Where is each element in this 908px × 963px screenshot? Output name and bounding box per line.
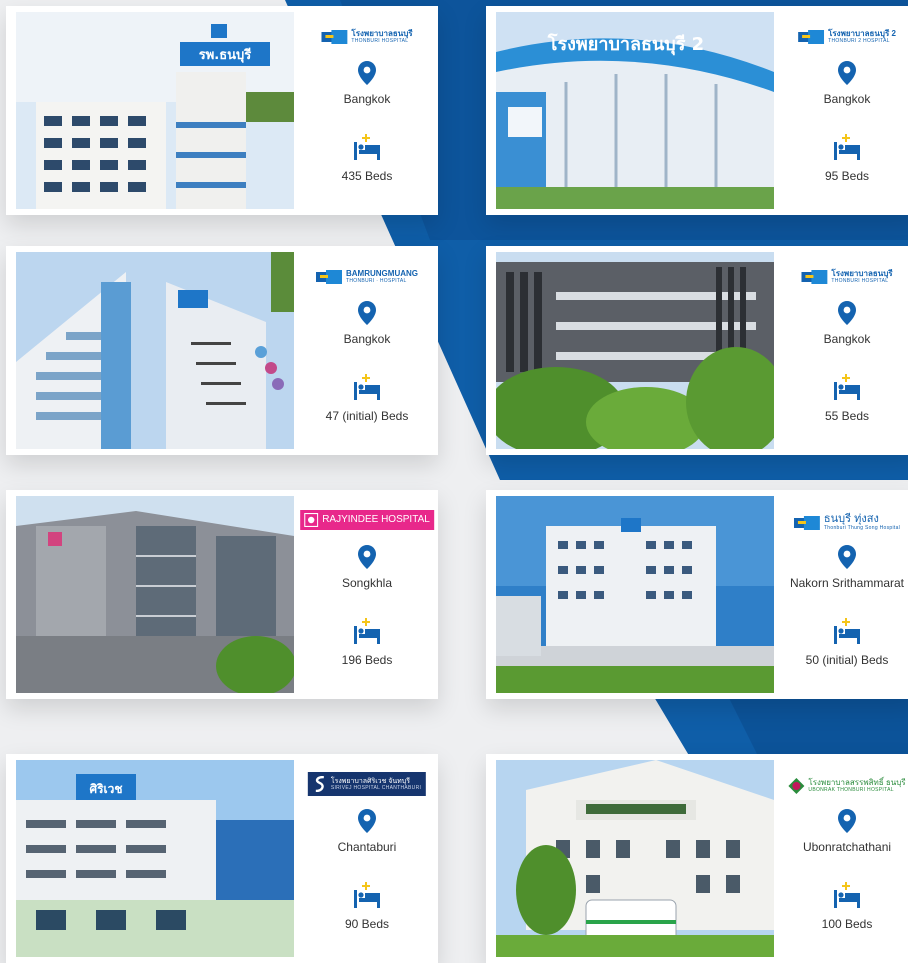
hospital-info: ธนบุรี ทุ่งสง Thonburi Thung Song Hospita…: [776, 490, 908, 699]
photo-sign-text: โรงพยาบาลธนบุรี 2: [547, 33, 704, 56]
rajyindee-logo-icon: [304, 513, 319, 527]
hospital-photo: โรงพยาบาลธนบุรี 2: [496, 12, 774, 209]
hospital-logo: โรงพยาบาลธนบุรี THONBURI HOSPITAL: [801, 269, 893, 284]
logo-english-name: SIRIVEJ HOSPITAL CHANTHABURI: [330, 784, 422, 791]
hospital-card-thungsong[interactable]: ธนบุรี ทุ่งสง Thonburi Thung Song Hospita…: [486, 490, 908, 699]
logo-thai-name: โรงพยาบาลธนบุรี: [351, 29, 413, 38]
hospital-logo: RAJYINDEE HOSPITAL: [300, 510, 434, 530]
th-logo-icon: [316, 270, 342, 284]
siriwej-logo-icon: [315, 776, 324, 792]
hospital-bed-count: 55 Beds: [824, 409, 870, 423]
hospital-info: RAJYINDEE HOSPITAL Songkhla 196 Beds: [296, 490, 438, 699]
logo-english-name: Thonburi Thung Song Hospital: [823, 525, 901, 531]
photo-sign-text: รพ.ธนบุรี: [199, 47, 252, 63]
bed-icon: [354, 374, 380, 400]
hospital-logo: BAMRUNGMUANG THONBURI · HOSPITAL: [316, 270, 418, 284]
hospital-card-thonburi-2[interactable]: โรงพยาบาลธนบุรี 2 โรงพยาบาลธนบุรี 2 THONB…: [486, 6, 908, 215]
hospital-location: Bangkok: [343, 332, 391, 346]
bed-icon: [354, 618, 380, 644]
hospital-location: Songkhla: [341, 576, 393, 590]
hospital-photo: [16, 252, 294, 449]
hospital-logo: โรงพยาบาลธนบุรี THONBURI HOSPITAL: [321, 29, 413, 44]
logo-english-name: THONBURI HOSPITAL: [831, 278, 889, 284]
hospital-card-rajyindee[interactable]: RAJYINDEE HOSPITAL Songkhla 196 Beds: [6, 490, 438, 699]
th-logo-icon: [801, 270, 828, 284]
hospital-photo: [496, 496, 774, 693]
map-pin-icon: [838, 301, 856, 325]
logo-english-name: THONBURI · HOSPITAL: [346, 278, 407, 284]
photo-sign-text: ศิริเวช: [89, 782, 122, 796]
logo-thai-name: โรงพยาบาลธนบุรี 2: [828, 29, 896, 38]
bed-icon: [834, 134, 860, 160]
hospital-logo: ธนบุรี ทุ่งสง Thonburi Thung Song Hospita…: [793, 513, 901, 531]
hospital-photo: [496, 760, 774, 957]
bed-icon: [354, 134, 380, 160]
logo-english-name: UBONRAK THONBURI HOSPITAL: [808, 787, 894, 793]
sappasit-logo-icon: [788, 778, 805, 794]
hospital-bed-count: 435 Beds: [341, 169, 393, 183]
hospital-info: โรงพยาบาลศิริเวช จันทบุรี SIRIVEJ HOSPITA…: [296, 754, 438, 963]
logo-thai-name: BAMRUNGMUANG: [346, 269, 418, 278]
hospital-bed-count: 90 Beds: [344, 917, 390, 931]
hospital-location: Chantaburi: [337, 840, 397, 854]
map-pin-icon: [838, 809, 856, 833]
hospital-info: โรงพยาบาลธนบุรี 2 THONBURI 2 HOSPITAL Ban…: [776, 6, 908, 215]
th-logo-icon: [793, 515, 820, 530]
hospital-location: Ubonratchathani: [802, 840, 892, 854]
bed-icon: [834, 882, 860, 908]
hospital-bed-count: 100 Beds: [821, 917, 873, 931]
hospital-bed-count: 50 (initial) Beds: [805, 653, 889, 667]
hospital-info: โรงพยาบาลธนบุรี THONBURI HOSPITAL Bangkok…: [296, 6, 438, 215]
hospital-card-thonburi-4[interactable]: โรงพยาบาลธนบุรี THONBURI HOSPITAL Bangkok…: [486, 246, 908, 455]
hospital-card-bamrungmuang[interactable]: BAMRUNGMUANG THONBURI · HOSPITAL Bangkok …: [6, 246, 438, 455]
hospital-info: โรงพยาบาลสรรพสิทธิ์ ธนบุรี UBONRAK THONBU…: [776, 754, 908, 963]
hospital-bed-count: 196 Beds: [341, 653, 393, 667]
bed-icon: [354, 882, 380, 908]
logo-thai-name: ธนบุรี ทุ่งสง: [823, 513, 879, 525]
bed-icon: [834, 374, 860, 400]
map-pin-icon: [358, 61, 376, 85]
hospital-photo: [496, 252, 774, 449]
hospital-logo: โรงพยาบาลศิริเวช จันทบุรี SIRIVEJ HOSPITA…: [307, 772, 427, 796]
logo-thai-name: โรงพยาบาลธนบุรี: [831, 269, 893, 278]
hospital-location: Bangkok: [823, 92, 871, 106]
map-pin-icon: [358, 809, 376, 833]
hospital-info: BAMRUNGMUANG THONBURI · HOSPITAL Bangkok …: [296, 246, 438, 455]
th-logo-icon: [798, 30, 825, 44]
bed-icon: [834, 618, 860, 644]
map-pin-icon: [358, 301, 376, 325]
map-pin-icon: [358, 545, 376, 569]
hospital-photo: รพ.ธนบุรี: [16, 12, 294, 209]
hospital-location: Bangkok: [343, 92, 391, 106]
hospital-logo: โรงพยาบาลสรรพสิทธิ์ ธนบุรี UBONRAK THONBU…: [788, 778, 906, 794]
map-pin-icon: [838, 545, 856, 569]
hospital-photo: ศิริเวช: [16, 760, 294, 957]
hospital-card-thonburi[interactable]: รพ.ธนบุรี โรงพยาบาลธนบุรี THONBURI HOSPIT…: [6, 6, 438, 215]
hospital-card-sappasit[interactable]: โรงพยาบาลสรรพสิทธิ์ ธนบุรี UBONRAK THONBU…: [486, 754, 908, 963]
logo-english-name: THONBURI 2 HOSPITAL: [828, 38, 890, 44]
hospital-bed-count: 47 (initial) Beds: [325, 409, 409, 423]
hospital-info: โรงพยาบาลธนบุรี THONBURI HOSPITAL Bangkok…: [776, 246, 908, 455]
hospital-card-siriwej[interactable]: ศิริเวช โรงพยาบาลศิริเวช จันทบุรี SIRIVEJ…: [6, 754, 438, 963]
hospital-bed-count: 95 Beds: [824, 169, 870, 183]
logo-thai-name: โรงพยาบาลศิริเวช จันทบุรี: [330, 777, 411, 785]
hospital-logo: โรงพยาบาลธนบุรี 2 THONBURI 2 HOSPITAL: [798, 30, 896, 44]
logo-name: RAJYINDEE HOSPITAL: [322, 514, 430, 525]
hospital-photo: [16, 496, 294, 693]
hospital-location: Nakorn Srithammarat: [789, 576, 905, 590]
logo-english-name: THONBURI HOSPITAL: [351, 38, 409, 44]
logo-thai-name: โรงพยาบาลสรรพสิทธิ์ ธนบุรี: [808, 778, 906, 787]
hospital-location: Bangkok: [823, 332, 871, 346]
map-pin-icon: [838, 61, 856, 85]
th-logo-icon: [321, 30, 348, 44]
